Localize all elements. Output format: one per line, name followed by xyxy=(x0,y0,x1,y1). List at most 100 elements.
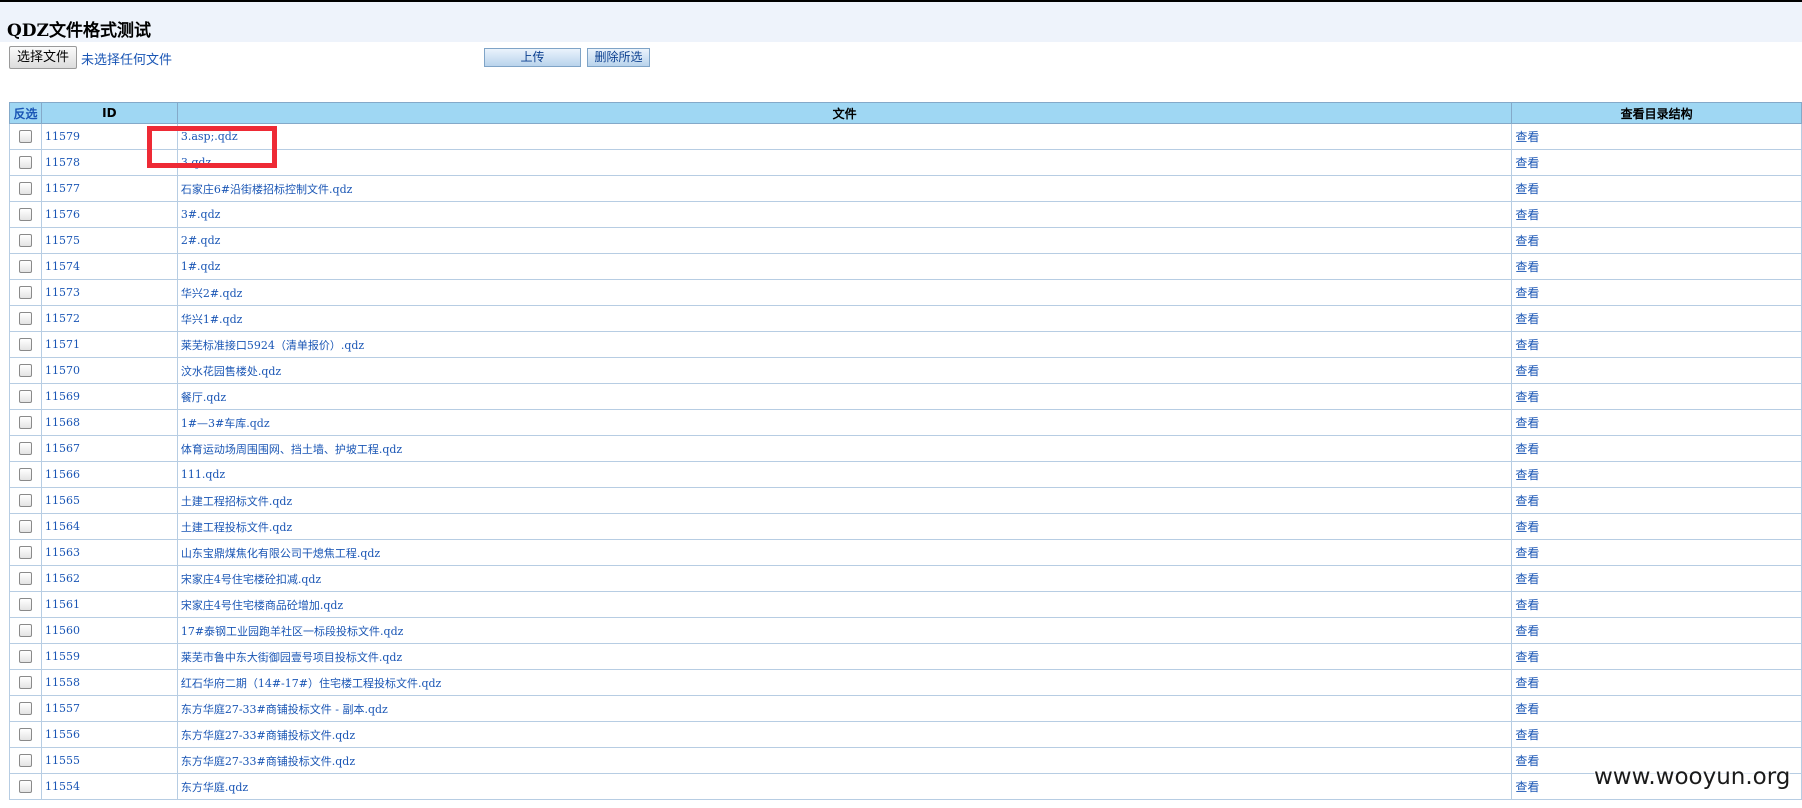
row-view-link[interactable]: 查看 xyxy=(1511,643,1802,670)
row-file-link[interactable]: 宋家庄4号住宅楼商品砼增加.qdz xyxy=(176,591,1513,618)
row-id[interactable]: 11569 xyxy=(40,383,178,410)
row-view-link[interactable]: 查看 xyxy=(1511,279,1802,306)
upload-button[interactable]: 上传 xyxy=(484,48,581,67)
row-checkbox[interactable] xyxy=(18,650,32,664)
row-view-link[interactable]: 查看 xyxy=(1511,461,1802,488)
row-checkbox[interactable] xyxy=(18,546,32,560)
row-id[interactable]: 11561 xyxy=(40,591,178,618)
row-view-link[interactable]: 查看 xyxy=(1511,201,1802,228)
invert-selection-header[interactable]: 反选 xyxy=(9,102,42,124)
row-checkbox[interactable] xyxy=(18,390,32,404)
row-file-link[interactable]: 土建工程招标文件.qdz xyxy=(176,487,1513,514)
row-view-link[interactable]: 查看 xyxy=(1511,253,1802,280)
row-view-link[interactable]: 查看 xyxy=(1511,591,1802,618)
row-checkbox[interactable] xyxy=(18,338,32,352)
row-checkbox[interactable] xyxy=(18,780,32,794)
row-id[interactable]: 11567 xyxy=(40,435,178,462)
row-file-link[interactable]: 餐厅.qdz xyxy=(176,383,1513,410)
row-file-link[interactable]: 莱芜标准接口5924（清单报价）.qdz xyxy=(176,331,1513,358)
row-id[interactable]: 11556 xyxy=(40,721,178,748)
row-view-link[interactable]: 查看 xyxy=(1511,539,1802,566)
row-id[interactable]: 11575 xyxy=(40,227,178,254)
row-view-link[interactable]: 查看 xyxy=(1511,305,1802,332)
row-id[interactable]: 11560 xyxy=(40,617,178,644)
row-file-link[interactable]: 1#.qdz xyxy=(176,253,1513,280)
row-view-link[interactable]: 查看 xyxy=(1511,331,1802,358)
row-file-link[interactable]: 东方华庭.qdz xyxy=(176,773,1513,800)
row-checkbox[interactable] xyxy=(18,468,32,482)
row-file-link[interactable]: 东方华庭27-33#商铺投标文件.qdz xyxy=(176,721,1513,748)
row-file-link[interactable]: 体育运动场周围围网、挡土墙、护坡工程.qdz xyxy=(176,435,1513,462)
row-checkbox[interactable] xyxy=(18,494,32,508)
row-checkbox[interactable] xyxy=(18,624,32,638)
row-id[interactable]: 11571 xyxy=(40,331,178,358)
row-id[interactable]: 11564 xyxy=(40,513,178,540)
row-file-link[interactable]: 111.qdz xyxy=(176,461,1513,488)
row-view-link[interactable]: 查看 xyxy=(1511,383,1802,410)
row-checkbox[interactable] xyxy=(18,182,32,196)
row-view-link[interactable]: 查看 xyxy=(1511,175,1802,202)
row-file-link[interactable]: 莱芜市鲁中东大街御园壹号项目投标文件.qdz xyxy=(176,643,1513,670)
row-file-link[interactable]: 土建工程投标文件.qdz xyxy=(176,513,1513,540)
row-id[interactable]: 11572 xyxy=(40,305,178,332)
row-checkbox[interactable] xyxy=(18,572,32,586)
row-file-link[interactable]: 3#.qdz xyxy=(176,201,1513,228)
row-id[interactable]: 11573 xyxy=(40,279,178,306)
row-id[interactable]: 11563 xyxy=(40,539,178,566)
row-checkbox[interactable] xyxy=(18,364,32,378)
row-view-link[interactable]: 查看 xyxy=(1511,487,1802,514)
row-file-link[interactable]: 东方华庭27-33#商铺投标文件 - 副本.qdz xyxy=(176,695,1513,722)
row-id[interactable]: 11577 xyxy=(40,175,178,202)
row-file-link[interactable]: 2#.qdz xyxy=(176,227,1513,254)
row-view-link[interactable]: 查看 xyxy=(1511,721,1802,748)
row-id[interactable]: 11558 xyxy=(40,669,178,696)
row-file-link[interactable]: 17#泰钢工业园跑羊社区一标段投标文件.qdz xyxy=(176,617,1513,644)
row-id[interactable]: 11559 xyxy=(40,643,178,670)
row-view-link[interactable]: 查看 xyxy=(1511,357,1802,384)
row-checkbox[interactable] xyxy=(18,520,32,534)
row-checkbox[interactable] xyxy=(18,312,32,326)
row-view-link[interactable]: 查看 xyxy=(1511,669,1802,696)
row-checkbox[interactable] xyxy=(18,702,32,716)
row-file-link[interactable]: 汶水花园售楼处.qdz xyxy=(176,357,1513,384)
row-id[interactable]: 11570 xyxy=(40,357,178,384)
row-id[interactable]: 11557 xyxy=(40,695,178,722)
row-id[interactable]: 11574 xyxy=(40,253,178,280)
row-file-link[interactable]: 宋家庄4号住宅楼砼扣减.qdz xyxy=(176,565,1513,592)
row-id[interactable]: 11555 xyxy=(40,747,178,774)
row-file-link[interactable]: 红石华府二期（14#-17#）住宅楼工程投标文件.qdz xyxy=(176,669,1513,696)
row-view-link[interactable]: 查看 xyxy=(1511,617,1802,644)
choose-file-button[interactable]: 选择文件 xyxy=(9,46,78,69)
row-id[interactable]: 11576 xyxy=(40,201,178,228)
row-checkbox[interactable] xyxy=(18,286,32,300)
row-checkbox[interactable] xyxy=(18,156,32,170)
row-checkbox[interactable] xyxy=(18,208,32,222)
row-view-link[interactable]: 查看 xyxy=(1511,565,1802,592)
row-checkbox[interactable] xyxy=(18,416,32,430)
row-checkbox[interactable] xyxy=(18,728,32,742)
row-file-link[interactable]: 3.qdz xyxy=(176,149,1513,176)
row-view-link[interactable]: 查看 xyxy=(1511,435,1802,462)
row-file-link[interactable]: 华兴1#.qdz xyxy=(176,305,1513,332)
row-checkbox[interactable] xyxy=(18,234,32,248)
row-file-link[interactable]: 东方华庭27-33#商铺投标文件.qdz xyxy=(176,747,1513,774)
row-checkbox[interactable] xyxy=(18,676,32,690)
row-view-link[interactable]: 查看 xyxy=(1511,227,1802,254)
row-view-link[interactable]: 查看 xyxy=(1511,695,1802,722)
row-id[interactable]: 11565 xyxy=(40,487,178,514)
row-id[interactable]: 11554 xyxy=(40,773,178,800)
row-file-link[interactable]: 石家庄6#沿街楼招标控制文件.qdz xyxy=(176,175,1513,202)
row-checkbox[interactable] xyxy=(18,598,32,612)
row-id[interactable]: 11562 xyxy=(40,565,178,592)
row-view-link[interactable]: 查看 xyxy=(1511,123,1802,150)
row-view-link[interactable]: 查看 xyxy=(1511,149,1802,176)
row-checkbox[interactable] xyxy=(18,754,32,768)
row-checkbox[interactable] xyxy=(18,260,32,274)
row-checkbox[interactable] xyxy=(18,442,32,456)
row-checkbox[interactable] xyxy=(18,130,32,144)
row-view-link[interactable]: 查看 xyxy=(1511,409,1802,436)
delete-selected-button[interactable]: 删除所选 xyxy=(587,48,650,67)
row-id[interactable]: 11566 xyxy=(40,461,178,488)
row-file-link[interactable]: 3.asp;.qdz xyxy=(176,123,1513,150)
row-file-link[interactable]: 山东宝鼎煤焦化有限公司干熄焦工程.qdz xyxy=(176,539,1513,566)
